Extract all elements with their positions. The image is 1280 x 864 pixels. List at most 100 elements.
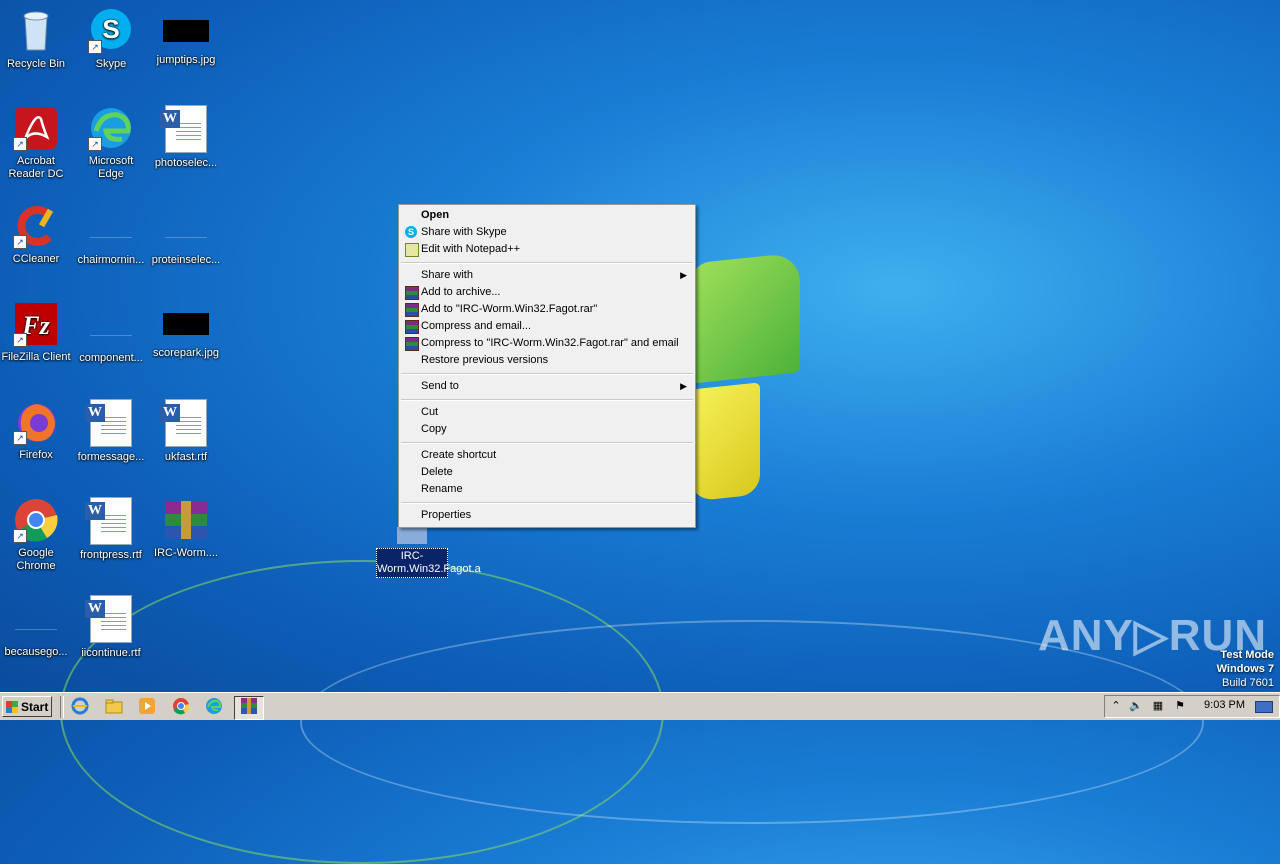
test-mode-watermark: Test Mode Windows 7 Build 7601: [1217, 648, 1274, 690]
menu-item-delete[interactable]: Delete: [401, 464, 693, 481]
file-icon: [165, 215, 207, 238]
winrar-icon: [241, 698, 257, 714]
desktop-icon-label: FileZilla Client: [1, 351, 71, 363]
menu-item-label: Open: [421, 209, 450, 221]
desktop-icon-iicontinue[interactable]: W iicontinue.rtf: [75, 595, 147, 660]
desktop-icon-frontpress[interactable]: W frontpress.rtf: [75, 497, 147, 562]
svg-text:S: S: [102, 14, 119, 44]
desktop-icon-label: chairmornin...: [77, 254, 145, 266]
selected-file-label[interactable]: IRC-Worm.Win32.Fagot.a: [376, 548, 481, 578]
desktop-icon-becausego[interactable]: becausego...: [0, 595, 72, 659]
menu-item-share-with[interactable]: Share with ▶: [401, 267, 693, 284]
desktop-icon-label: jumptips.jpg: [156, 54, 216, 66]
desktop-icon-label: Firefox: [19, 449, 53, 461]
desktop-icon-chrome[interactable]: ↗ Google Chrome: [0, 497, 72, 573]
menu-item-properties[interactable]: Properties: [401, 507, 693, 524]
winrar-icon: [163, 497, 209, 543]
start-button[interactable]: Start: [2, 696, 52, 717]
menu-separator: [401, 262, 693, 264]
desktop-icon-label: proteinselec...: [151, 254, 221, 266]
menu-item-cut[interactable]: Cut: [401, 404, 693, 421]
menu-item-edit-notepadpp[interactable]: Edit with Notepad++: [401, 241, 693, 258]
image-file-icon: [163, 20, 209, 42]
menu-item-copy[interactable]: Copy: [401, 421, 693, 438]
menu-item-label: Compress and email...: [421, 320, 532, 332]
menu-item-label: Rename: [421, 483, 463, 495]
winrar-icon: [405, 337, 419, 351]
desktop-icon-recycle-bin[interactable]: Recycle Bin: [0, 8, 72, 71]
clock[interactable]: 9:03 PM: [1204, 699, 1245, 711]
volume-icon[interactable]: 🔈: [1129, 699, 1143, 713]
edge-icon: ↗: [88, 105, 134, 151]
notepadpp-icon: [405, 243, 419, 257]
desktop-icon-formessage[interactable]: W formessage...: [75, 399, 147, 464]
desktop-icon-label: ukfast.rtf: [164, 451, 208, 463]
file-icon: [90, 313, 132, 336]
desktop-icon-ukfast[interactable]: W ukfast.rtf: [150, 399, 222, 464]
menu-item-compress-and-email[interactable]: Compress and email...: [401, 318, 693, 335]
desktop-icon-label: CCleaner: [12, 253, 60, 265]
desktop-icon-firefox[interactable]: ↗ Firefox: [0, 399, 72, 462]
chrome-icon[interactable]: [171, 697, 191, 717]
menu-item-restore-previous-versions[interactable]: Restore previous versions: [401, 352, 693, 369]
menu-item-rename[interactable]: Rename: [401, 481, 693, 498]
menu-item-label: Compress to "IRC-Worm.Win32.Fagot.rar" a…: [421, 337, 679, 349]
desktop-icon-proteinselec[interactable]: proteinselec...: [150, 203, 222, 267]
desktop-icon-skype[interactable]: S ↗ Skype: [75, 8, 147, 71]
windows-logo: [690, 252, 800, 502]
desktop-icon-ccleaner[interactable]: ↗ CCleaner: [0, 203, 72, 266]
media-player-icon[interactable]: [137, 697, 157, 717]
desktop-icon-chairmornin[interactable]: chairmornin...: [75, 203, 147, 267]
selected-file-icon[interactable]: [397, 527, 427, 544]
desktop-icon-label: Skype: [95, 58, 127, 70]
desktop-icon-label: Recycle Bin: [6, 58, 66, 70]
menu-item-label: Create shortcut: [421, 449, 497, 461]
network-icon[interactable]: ▦: [1151, 699, 1165, 713]
show-hidden-icons-icon[interactable]: ⌃: [1109, 699, 1123, 713]
desktop-icon-acrobat[interactable]: ↗ Acrobat Reader DC: [0, 105, 72, 181]
desktop-icon-edge[interactable]: ↗ Microsoft Edge: [75, 105, 147, 181]
action-center-flag-icon[interactable]: ⚑: [1173, 699, 1187, 713]
word-doc-icon: W: [160, 399, 207, 447]
menu-item-create-shortcut[interactable]: Create shortcut: [401, 447, 693, 464]
submenu-arrow-icon: ▶: [680, 270, 687, 280]
explorer-icon[interactable]: [104, 697, 124, 717]
menu-separator: [401, 373, 693, 375]
submenu-arrow-icon: ▶: [680, 381, 687, 391]
file-icon: [15, 607, 57, 630]
desktop-icon-jumptips[interactable]: jumptips.jpg: [150, 8, 222, 67]
desktop-icon-irc-worm[interactable]: IRC-Worm....: [150, 497, 222, 560]
ie-icon[interactable]: [70, 697, 90, 717]
menu-item-add-to-rar[interactable]: Add to "IRC-Worm.Win32.Fagot.rar": [401, 301, 693, 318]
ccleaner-icon: ↗: [13, 203, 59, 249]
word-doc-icon: W: [85, 399, 132, 447]
desktop-icon-scorepark[interactable]: scorepark.jpg: [150, 301, 222, 360]
menu-item-compress-to-rar-and-email[interactable]: Compress to "IRC-Worm.Win32.Fagot.rar" a…: [401, 335, 693, 352]
winrar-taskbar-button[interactable]: [234, 696, 264, 720]
menu-item-open[interactable]: Open: [401, 207, 693, 224]
menu-item-add-to-archive[interactable]: Add to archive...: [401, 284, 693, 301]
skype-icon: S: [405, 226, 417, 238]
menu-item-label: Cut: [421, 406, 439, 418]
shortcut-arrow-icon: ↗: [13, 431, 27, 445]
desktop-icon-component[interactable]: component...: [75, 301, 147, 365]
show-desktop-icon[interactable]: [1255, 701, 1273, 713]
shortcut-arrow-icon: ↗: [13, 529, 27, 543]
system-tray: ⌃ 🔈 ▦ ⚑ 9:03 PM: [1104, 695, 1280, 718]
taskbar: Start ⌃ 🔈 ▦ ⚑ 9:03 PM: [0, 692, 1280, 720]
desktop-icon-filezilla[interactable]: Fz ↗ FileZilla Client: [0, 301, 72, 364]
edge-icon[interactable]: [204, 697, 224, 717]
menu-item-label: Send to: [421, 380, 459, 392]
build-line: Build 7601: [1222, 677, 1274, 689]
skype-icon: S ↗: [88, 8, 134, 54]
desktop-icon-label: Google Chrome: [16, 547, 56, 572]
file-icon: [90, 215, 132, 238]
menu-separator: [401, 399, 693, 401]
menu-item-label: Add to "IRC-Worm.Win32.Fagot.rar": [421, 303, 598, 315]
menu-item-send-to[interactable]: Send to ▶: [401, 378, 693, 395]
desktop-icon-label: iicontinue.rtf: [81, 647, 141, 659]
acrobat-icon: ↗: [13, 105, 59, 151]
desktop-icon-photoselec[interactable]: W photoselec...: [150, 105, 222, 170]
menu-item-share-with-skype[interactable]: S Share with Skype: [401, 224, 693, 241]
menu-item-label: Share with Skype: [421, 226, 507, 238]
